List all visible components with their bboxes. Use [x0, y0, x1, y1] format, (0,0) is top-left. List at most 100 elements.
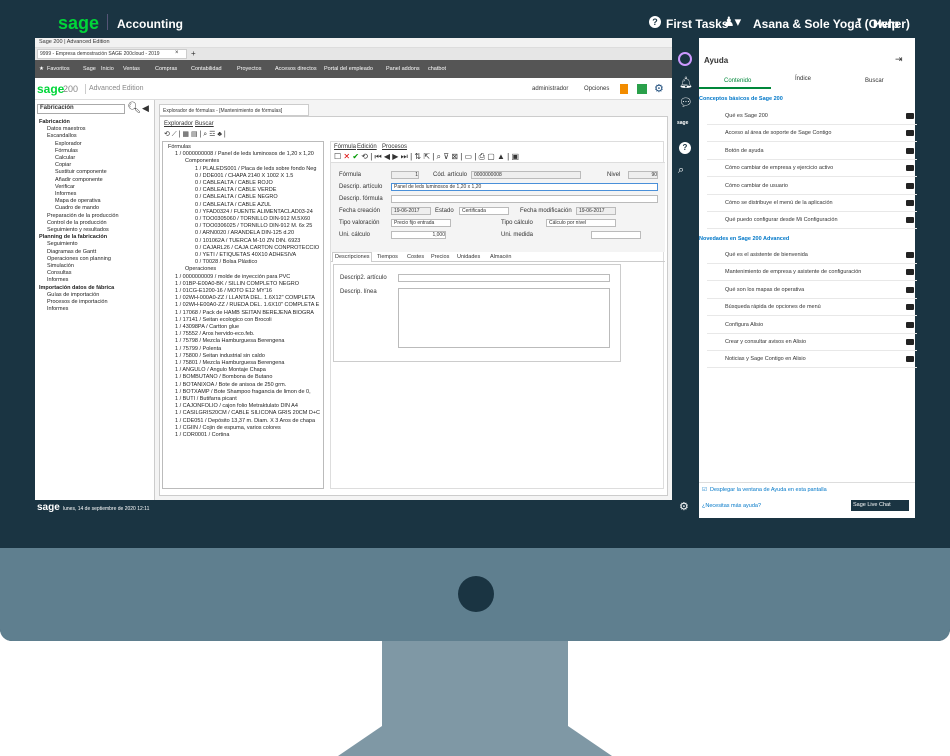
options-menu[interactable]: Opciones: [584, 86, 609, 92]
module-selector[interactable]: Fabricación: [37, 104, 125, 114]
help-topic[interactable]: Qué puedo configurar desde Mi Configurac…: [707, 212, 917, 230]
help-checkbox[interactable]: ☑: [702, 487, 707, 493]
tipo-calculo-field[interactable]: Cálculo por nivel: [546, 219, 616, 227]
tab-descripciones[interactable]: Descripciones: [335, 254, 370, 260]
tab-precios[interactable]: Precios: [431, 254, 449, 260]
settings-icon[interactable]: ⚙: [654, 82, 664, 95]
menu-formula[interactable]: Fórmula: [334, 144, 356, 150]
chat-icon[interactable]: 💬︎: [679, 96, 693, 109]
help-section-novedades[interactable]: Novedades en Sage 200 Advanced: [699, 236, 789, 242]
gear-icon[interactable]: ⚙: [679, 500, 689, 513]
help-section-basics[interactable]: Conceptos básicos de Sage 200: [699, 96, 783, 102]
play-icon[interactable]: [906, 182, 914, 189]
uni-calculo-field[interactable]: 1,000: [391, 231, 446, 239]
help-tab-indice[interactable]: Índice: [795, 76, 811, 82]
close-tab-icon[interactable]: ×: [175, 50, 179, 56]
estado-field[interactable]: Certificada: [459, 207, 509, 215]
formula-field[interactable]: 1: [391, 171, 419, 179]
tipo-valoracion-field[interactable]: Precio fijo entrada: [391, 219, 451, 227]
alisio-icon[interactable]: [678, 52, 692, 66]
help-topic[interactable]: Qué es el asistente de bienvenida: [707, 247, 917, 264]
bookmark-sage[interactable]: Sage: [83, 66, 96, 72]
help-topic[interactable]: Cómo cambiar de empresa y ejercicio acti…: [707, 160, 917, 178]
help-tab-buscar[interactable]: Buscar: [865, 78, 884, 84]
play-icon[interactable]: [906, 200, 914, 206]
play-icon[interactable]: [906, 304, 914, 311]
excel-icon[interactable]: [637, 84, 647, 94]
descrip-formula-field[interactable]: [391, 195, 658, 203]
play-icon[interactable]: [906, 113, 914, 119]
cod-articulo-field[interactable]: 0000000008: [471, 171, 581, 179]
tab-almacen[interactable]: Almacén: [490, 254, 511, 260]
menu-buscar[interactable]: Buscar: [195, 121, 214, 127]
play-icon[interactable]: [906, 269, 914, 276]
help-topic[interactable]: Configura Alisio: [707, 317, 917, 334]
help-topic[interactable]: Crear y consultar avisos en Alisio: [707, 334, 917, 351]
nivel-field[interactable]: 90: [628, 171, 658, 179]
bookmark-favoritos[interactable]: Favoritos: [47, 66, 70, 72]
help-topic[interactable]: Cómo se distribuye el menú de la aplicac…: [707, 195, 917, 212]
bookmark-proyectos[interactable]: Proyectos: [237, 66, 261, 72]
help-topic[interactable]: Noticias y Sage Contigo en Alisio: [707, 351, 917, 369]
first-tasks-link[interactable]: First Tasks: [666, 17, 728, 31]
help-topic[interactable]: Cómo cambiar de usuario: [707, 178, 917, 195]
form-toolbar-icons[interactable]: ☐ ✕ ✔ ⟲ | ⏮ ◀ ▶ ⏭ | ⇅ ⇱ | ⌕ ⊽ ⊠ | ▭ | ⎙ …: [334, 152, 519, 162]
bookmark-contabilidad[interactable]: Contabilidad: [191, 66, 222, 72]
menu-procesos[interactable]: Procesos: [382, 144, 407, 150]
uni-medida-field[interactable]: [591, 231, 641, 239]
search-rail-icon[interactable]: ⌕: [678, 164, 684, 177]
help-topic[interactable]: Búsqueda rápida de opciones de menú: [707, 299, 917, 317]
browser-tab[interactable]: 9999 - Empresa demostración SAGE 200clou…: [40, 51, 160, 57]
new-tab-icon[interactable]: +: [191, 49, 196, 58]
descrip2-field[interactable]: [398, 274, 610, 282]
fecha-creacion-field[interactable]: 19-06-2017: [391, 207, 431, 215]
bookmark-addons[interactable]: Panel addons: [386, 66, 420, 72]
explorer-window-tab[interactable]: Explorador de fórmulas - [Mantenimiento …: [159, 104, 309, 116]
tab-unidades[interactable]: Unidades: [457, 254, 480, 260]
help-topic[interactable]: Acceso al área de soporte de Sage Contig…: [707, 125, 917, 143]
descrip-linea-textarea[interactable]: [398, 288, 610, 348]
play-icon[interactable]: [906, 147, 914, 154]
play-icon[interactable]: [906, 217, 914, 224]
tree-node[interactable]: 1 / COR0001 / Cortina: [175, 432, 229, 440]
play-icon[interactable]: [906, 252, 914, 258]
help-topic[interactable]: Qué es Sage 200: [707, 108, 917, 125]
help-topic[interactable]: Qué son los mapas de operativa: [707, 282, 917, 299]
bell-icon[interactable]: 🔔︎: [679, 76, 693, 89]
bookmark-ventas[interactable]: Ventas: [123, 66, 140, 72]
menu-explorador[interactable]: Explorador: [164, 121, 193, 127]
play-icon[interactable]: [906, 286, 914, 293]
need-help-link[interactable]: ¿Necesitas más ayuda?: [702, 503, 761, 509]
fecha-mod-field[interactable]: 19-06-2017: [576, 207, 616, 215]
play-icon[interactable]: [906, 321, 914, 328]
nav-item[interactable]: Informes: [47, 306, 68, 314]
play-icon[interactable]: [906, 356, 914, 363]
help-link[interactable]: Help: [873, 17, 899, 31]
pin-icon[interactable]: ⇥: [895, 54, 903, 65]
search-icon[interactable]: 🔍︎: [127, 101, 141, 114]
play-icon[interactable]: [906, 339, 914, 345]
help-icon[interactable]: ?: [679, 142, 691, 154]
menu-edicion[interactable]: Edición: [357, 144, 377, 150]
chevron-down-icon[interactable]: ▾: [857, 15, 862, 26]
tab-tiempos[interactable]: Tiempos: [377, 254, 398, 260]
bookmark-compras[interactable]: Compras: [155, 66, 177, 72]
bookmark-portal[interactable]: Portal del empleado: [324, 66, 373, 72]
explorer-toolbar-icons[interactable]: ⟲ ⟋ | ▦ ▤ | ⌕ ☲ ♣ |: [164, 130, 226, 139]
collapse-icon[interactable]: ◀: [142, 103, 149, 114]
help-topic[interactable]: Mantenimiento de empresa y asistente de …: [707, 264, 917, 282]
play-icon[interactable]: [906, 130, 914, 137]
play-icon[interactable]: [906, 165, 914, 172]
bookmark-chatbot[interactable]: chatbot: [428, 66, 446, 72]
bookmark-inicio[interactable]: Inicio: [101, 66, 114, 72]
descrip-articulo-field[interactable]: Panel de leds luminosos de 1,20 x 1,20: [391, 183, 658, 191]
current-user[interactable]: administrador: [532, 86, 568, 92]
help-topic[interactable]: Botón de ayuda: [707, 143, 917, 160]
user-icon[interactable]: ♟▾: [723, 14, 741, 30]
bookmark-accesos[interactable]: Accesos directos: [275, 66, 317, 72]
live-chat-button[interactable]: Sage Live Chat: [851, 500, 909, 511]
sage-rail-icon[interactable]: sage: [677, 120, 688, 126]
tab-costes[interactable]: Costes: [407, 254, 424, 260]
office-icon[interactable]: [620, 84, 628, 94]
help-tab-contenido[interactable]: Contenido: [724, 78, 751, 84]
